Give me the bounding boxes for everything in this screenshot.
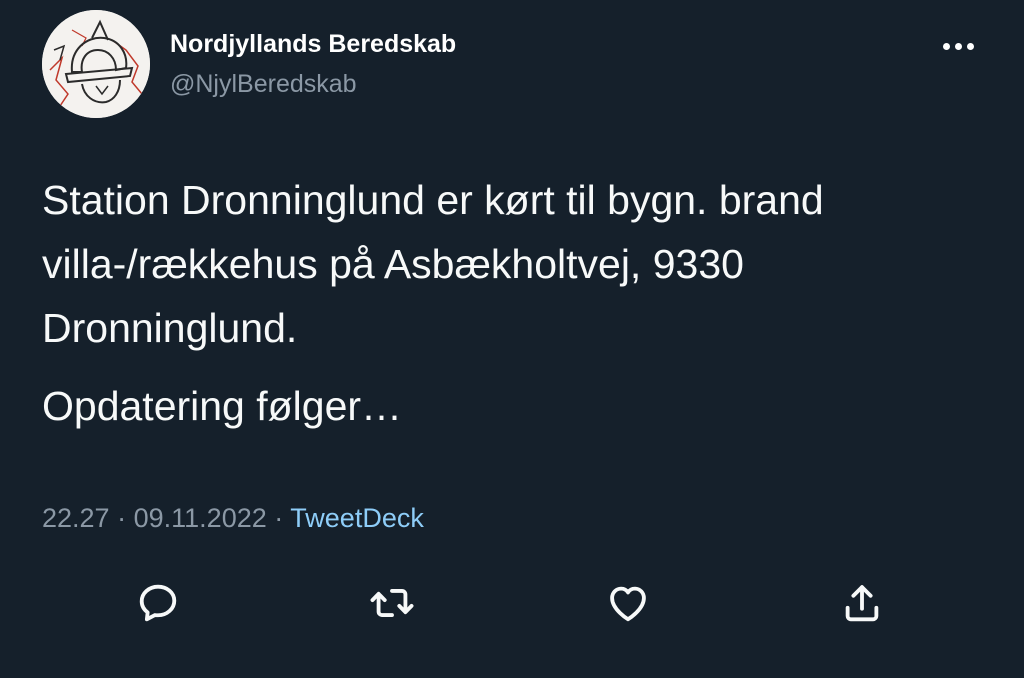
avatar[interactable] [42,10,150,118]
tweet-date[interactable]: 09.11.2022 [134,503,267,533]
more-dot-icon [954,42,962,50]
tweet-source-link[interactable]: TweetDeck [290,503,424,533]
reply-icon [139,584,177,622]
more-dot-icon [966,42,974,50]
share-icon [845,585,879,622]
heart-icon [610,586,646,622]
firefighter-helmet-logo-icon [42,10,150,118]
author-display-name[interactable]: Nordjyllands Beredskab [170,30,456,59]
meta-separator: · [117,503,127,533]
tweet-metadata: 22.27 · 09.11.2022 · TweetDeck [42,503,424,534]
more-options-button[interactable] [934,30,982,62]
tweet-line: Dronninglund. [42,305,298,351]
reply-button[interactable] [133,578,183,628]
share-button[interactable] [837,578,887,628]
tweet-card: Nordjyllands Beredskab @NjylBeredskab St… [0,0,1024,678]
like-button[interactable] [603,578,653,628]
tweet-time[interactable]: 22.27 [42,503,110,533]
tweet-text: Station Dronninglund er kørt til bygn. b… [42,168,1002,438]
tweet-paragraph: Station Dronninglund er kørt til bygn. b… [42,168,1002,360]
tweet-actions [0,578,1024,628]
retweet-button[interactable] [367,578,417,628]
more-dot-icon [942,42,950,50]
retweet-icon [370,589,414,617]
author-handle[interactable]: @NjylBeredskab [170,70,357,99]
meta-separator: · [274,503,284,533]
tweet-line: Station Dronninglund er kørt til bygn. b… [42,177,824,223]
tweet-paragraph-update: Opdatering følger… [42,383,403,429]
tweet-line: villa-/rækkehus på Asbækholtvej, 9330 [42,241,744,287]
